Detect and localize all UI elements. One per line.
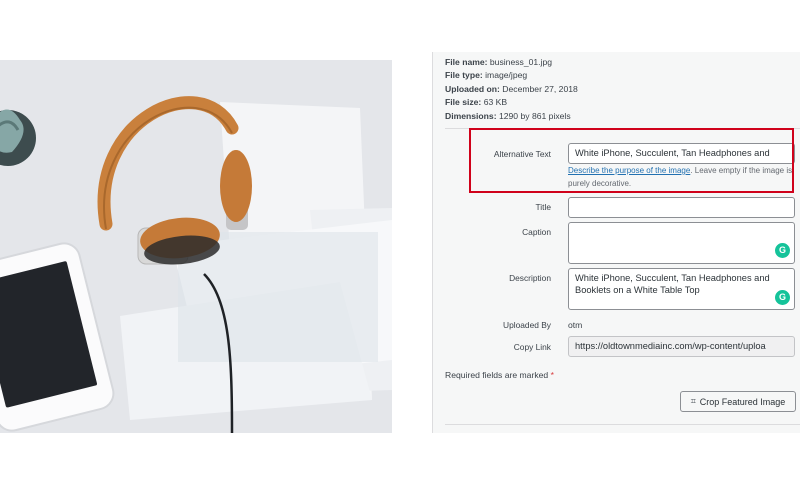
required-star: * (550, 370, 554, 380)
crop-icon: ⌗ (690, 396, 696, 406)
uploaded-by-value[interactable]: otm (568, 320, 582, 330)
grammarly-icon[interactable]: G (775, 290, 790, 305)
title-input[interactable] (568, 197, 795, 218)
file-metadata: File name: business_01.jpg File type: im… (445, 56, 578, 123)
uploaded-on-row: Uploaded on: December 27, 2018 (445, 83, 578, 94)
crop-featured-image-button[interactable]: ⌗ Crop Featured Image (680, 391, 796, 412)
title-label: Title (535, 202, 551, 212)
alt-text-label: Alternative Text (493, 149, 551, 159)
divider (445, 128, 800, 129)
crop-button-label: Crop Featured Image (699, 396, 786, 407)
alt-text-input[interactable]: White iPhone, Succulent, Tan Headphones … (568, 143, 795, 164)
alt-text-help: Describe the purpose of the image. Leave… (568, 166, 793, 188)
divider (445, 424, 800, 425)
description-textarea[interactable]: White iPhone, Succulent, Tan Headphones … (568, 268, 795, 310)
description-label: Description (509, 273, 551, 283)
uploaded-by-label: Uploaded By (503, 320, 551, 330)
grammarly-icon[interactable]: G (775, 243, 790, 258)
attachment-details-panel: File name: business_01.jpg File type: im… (432, 52, 800, 433)
copy-link-label: Copy Link (513, 342, 551, 352)
caption-textarea[interactable] (568, 222, 795, 264)
copy-link-input[interactable]: https://oldtownmediainc.com/wp-content/u… (568, 336, 795, 357)
required-fields-note: Required fields are marked * (445, 370, 554, 380)
file-name-row: File name: business_01.jpg (445, 57, 553, 67)
file-size-row: File size: 63 KB (445, 97, 508, 108)
caption-label: Caption (522, 227, 551, 237)
image-preview (0, 60, 392, 433)
dimensions-row: Dimensions: 1290 by 861 pixels (445, 110, 571, 121)
describe-purpose-link[interactable]: Describe the purpose of the image (568, 166, 690, 175)
file-type-row: File type: image/jpeg (445, 70, 528, 81)
